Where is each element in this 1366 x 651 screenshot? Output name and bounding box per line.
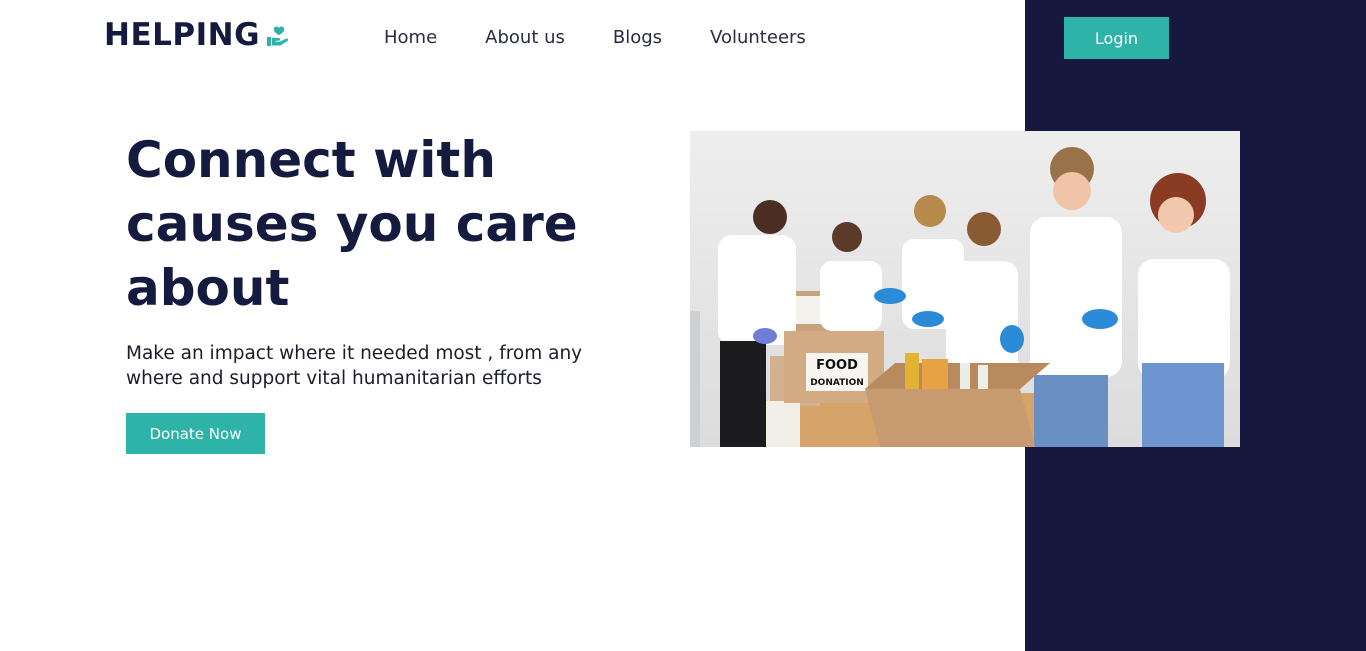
- brand-logo[interactable]: HELPING: [104, 16, 290, 54]
- donate-now-button[interactable]: Donate Now: [126, 413, 265, 454]
- volunteers-illustration: FOOD DONATION: [690, 131, 1240, 447]
- hero-subtitle: Make an impact where it needed most , fr…: [126, 343, 583, 389]
- nav-volunteers[interactable]: Volunteers: [710, 26, 806, 50]
- nav-about-us[interactable]: About us: [485, 26, 565, 50]
- nav-blogs[interactable]: Blogs: [613, 26, 662, 50]
- brand-name: HELPING: [104, 17, 261, 53]
- nav-home[interactable]: Home: [384, 26, 437, 50]
- main-nav: Home About us Blogs Volunteers: [384, 26, 806, 50]
- login-button[interactable]: Login: [1064, 17, 1169, 59]
- hero-title: Connect with causes you care about: [126, 131, 578, 317]
- donation-label: DONATION: [810, 378, 864, 388]
- volunteers-photo: FOOD DONATION: [690, 131, 1240, 447]
- heart-hand-icon: [267, 26, 289, 46]
- food-label: FOOD: [816, 358, 858, 373]
